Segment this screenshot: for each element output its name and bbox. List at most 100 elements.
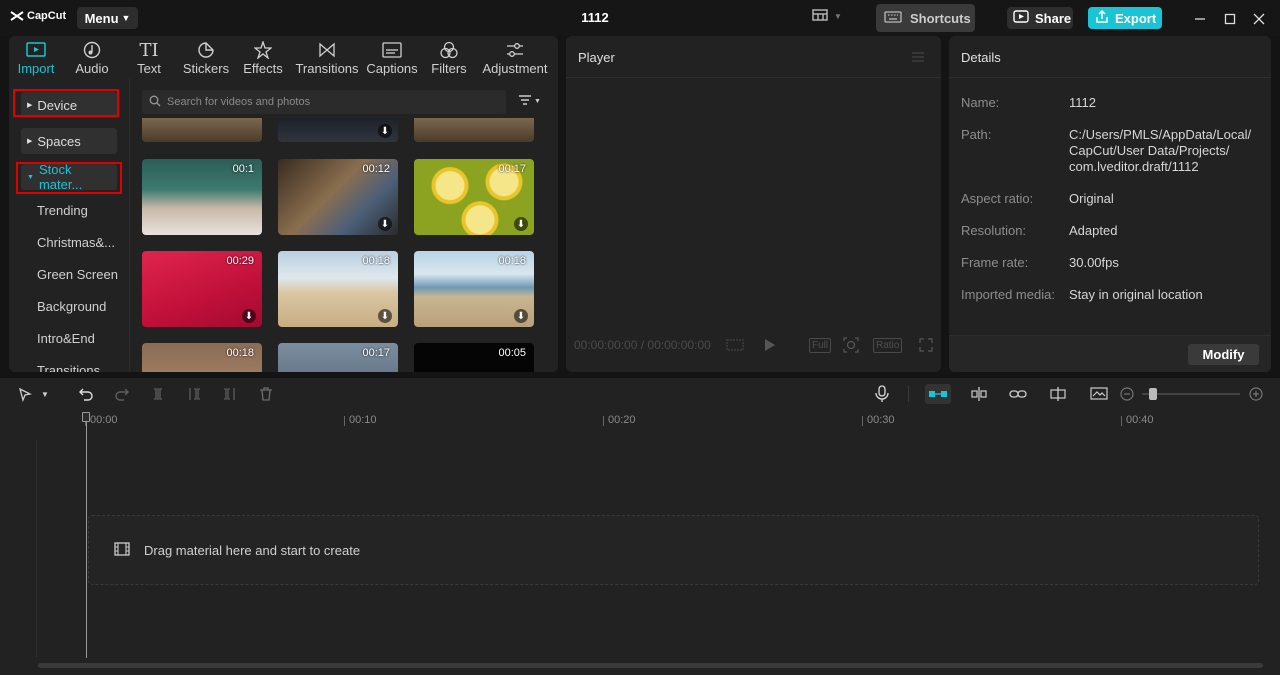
detail-label: Imported media: bbox=[961, 287, 1055, 302]
import-icon bbox=[26, 40, 46, 60]
search-input[interactable] bbox=[167, 96, 487, 108]
modify-button[interactable]: Modify bbox=[1188, 344, 1259, 365]
crop-icon[interactable] bbox=[843, 337, 859, 356]
player-panel: Player 00:00:00:00 / 00:00:00:00 Full Ra… bbox=[566, 36, 941, 372]
duration-label: 00:29 bbox=[226, 255, 254, 267]
ratio-button[interactable]: Ratio bbox=[873, 338, 903, 353]
detail-value: C:/Users/PMLS/AppData/Local/ CapCut/User… bbox=[1069, 127, 1252, 174]
split-icon[interactable] bbox=[148, 384, 168, 404]
ruler-label: 00:30 bbox=[867, 414, 895, 426]
minimize-icon[interactable] bbox=[1191, 10, 1209, 28]
tab-transitions[interactable]: Transitions bbox=[291, 36, 363, 78]
preview-axis-icon[interactable] bbox=[1048, 384, 1068, 404]
thumbnail-beach-dogs[interactable]: 00:18 ⬇ bbox=[278, 251, 398, 327]
tab-label: Audio bbox=[75, 61, 109, 76]
sidebar-item-spaces[interactable]: ▶ Spaces bbox=[21, 128, 117, 154]
share-button[interactable]: Share bbox=[1007, 7, 1073, 29]
tab-label: Adjustment bbox=[482, 61, 548, 76]
hamburger-menu-icon[interactable] bbox=[911, 51, 925, 66]
thumbnail-beach-shore[interactable]: 00:18 ⬇ bbox=[414, 251, 534, 327]
thumbnail-room[interactable] bbox=[142, 118, 262, 142]
download-icon[interactable]: ⬇ bbox=[378, 124, 392, 138]
sidebar-item-transitions[interactable]: Transitions bbox=[37, 363, 100, 372]
microphone-icon[interactable] bbox=[872, 384, 892, 404]
download-icon[interactable]: ⬇ bbox=[378, 217, 392, 231]
sidebar-item-christmas[interactable]: Christmas&... bbox=[37, 235, 115, 250]
tab-audio[interactable]: Audio bbox=[63, 36, 121, 78]
tab-filters[interactable]: Filters bbox=[421, 36, 477, 78]
thumbnail-classroom[interactable]: 00:1 bbox=[142, 159, 262, 235]
timeline[interactable]: 00:00 00:10 00:20 00:30 00:40 Drag mater… bbox=[0, 410, 1280, 675]
thumbnail-car[interactable]: 00:17 bbox=[278, 343, 398, 372]
playhead-handle[interactable] bbox=[82, 412, 90, 422]
thumbnail-living-room[interactable]: 00:12 ⬇ bbox=[278, 159, 398, 235]
download-icon[interactable]: ⬇ bbox=[378, 309, 392, 323]
download-icon[interactable]: ⬇ bbox=[514, 309, 528, 323]
thumbnail-warm[interactable]: 00:18 bbox=[142, 343, 262, 372]
sidebar-item-intro-end[interactable]: Intro&End bbox=[37, 331, 95, 346]
detail-label: Resolution: bbox=[961, 223, 1027, 238]
duration-label: 00:1 bbox=[232, 163, 254, 175]
chevron-down-icon: ▼ bbox=[834, 12, 842, 21]
sidebar-item-green-screen[interactable]: Green Screen bbox=[37, 267, 118, 282]
thumbnail-dark-legs[interactable]: ⬇ bbox=[278, 118, 398, 142]
undo-icon[interactable] bbox=[76, 384, 96, 404]
main-track-magnet-icon[interactable] bbox=[925, 384, 951, 404]
close-icon[interactable] bbox=[1250, 10, 1268, 28]
sidebar-item-background[interactable]: Background bbox=[37, 299, 106, 314]
detail-value: Adapted bbox=[1069, 223, 1118, 238]
maximize-icon[interactable] bbox=[1221, 10, 1239, 28]
redo-icon[interactable] bbox=[112, 384, 132, 404]
chevron-down-icon[interactable]: ▼ bbox=[38, 384, 52, 404]
text-icon: TI bbox=[139, 39, 159, 61]
tab-import[interactable]: Import bbox=[9, 36, 63, 78]
zoom-slider-handle[interactable] bbox=[1149, 388, 1157, 400]
ruler-tick bbox=[344, 416, 345, 426]
filter-button[interactable]: ▼ bbox=[518, 94, 541, 109]
tab-text[interactable]: TI Text bbox=[121, 36, 177, 78]
download-icon[interactable]: ⬇ bbox=[242, 309, 256, 323]
shortcuts-label: Shortcuts bbox=[910, 10, 971, 26]
sidebar-item-trending[interactable]: Trending bbox=[37, 203, 88, 218]
link-icon[interactable] bbox=[1008, 384, 1028, 404]
tab-captions[interactable]: Captions bbox=[363, 36, 421, 78]
auto-snap-icon[interactable] bbox=[969, 384, 989, 404]
thumbnail-view-icon[interactable] bbox=[1089, 384, 1109, 404]
thumbnail-red-dancer[interactable]: 00:29 ⬇ bbox=[142, 251, 262, 327]
menu-button[interactable]: Menu ▼ bbox=[77, 7, 138, 29]
thumbnail-black[interactable]: 00:05 bbox=[414, 343, 534, 372]
track-divider bbox=[36, 440, 37, 658]
duration-label: 00:12 bbox=[362, 163, 390, 175]
full-quality-button[interactable]: Full bbox=[809, 338, 832, 353]
thumbnail-room[interactable] bbox=[414, 118, 534, 142]
play-icon[interactable] bbox=[764, 338, 776, 355]
tab-effects[interactable]: Effects bbox=[235, 36, 291, 78]
download-icon[interactable]: ⬇ bbox=[514, 217, 528, 231]
zoom-out-icon[interactable] bbox=[1117, 384, 1137, 404]
tab-adjustment[interactable]: Adjustment bbox=[477, 36, 553, 78]
ruler-label: 00:00 bbox=[90, 414, 118, 426]
ruler-label: 00:20 bbox=[608, 414, 636, 426]
layout-button[interactable]: ▼ bbox=[812, 9, 842, 24]
fullscreen-icon[interactable] bbox=[919, 338, 933, 355]
zoom-in-icon[interactable] bbox=[1246, 384, 1266, 404]
split-right-icon[interactable] bbox=[220, 384, 240, 404]
playhead-line[interactable] bbox=[86, 422, 87, 658]
detail-label: Path: bbox=[961, 127, 992, 142]
stock-thumbnail-grid: ⬇ 00:1 00:12 ⬇ 00:17 ⬇ 00:29 ⬇ 00:18 ⬇ 0… bbox=[142, 118, 550, 372]
thumbnail-lemons[interactable]: 00:17 ⬇ bbox=[414, 159, 534, 235]
player-title: Player bbox=[578, 50, 615, 65]
shortcuts-button[interactable]: Shortcuts bbox=[876, 4, 975, 32]
filters-icon bbox=[439, 40, 459, 60]
title-bar: CapCut Menu ▼ 1112 ▼ Shortcuts Share Exp… bbox=[0, 0, 1280, 36]
chevron-down-icon: ▼ bbox=[121, 13, 131, 23]
timeline-scrollbar[interactable] bbox=[38, 663, 1263, 668]
export-button[interactable]: Export bbox=[1088, 7, 1162, 29]
delete-icon[interactable] bbox=[256, 384, 276, 404]
tab-stickers[interactable]: Stickers bbox=[177, 36, 235, 78]
timeline-drop-zone[interactable]: Drag material here and start to create bbox=[88, 515, 1259, 585]
select-tool-icon[interactable] bbox=[15, 384, 35, 404]
media-sidebar: ▶ Device ▶ Spaces ▼ Stock mater... Trend… bbox=[9, 78, 130, 372]
split-left-icon[interactable] bbox=[184, 384, 204, 404]
filter-icon bbox=[518, 94, 532, 109]
